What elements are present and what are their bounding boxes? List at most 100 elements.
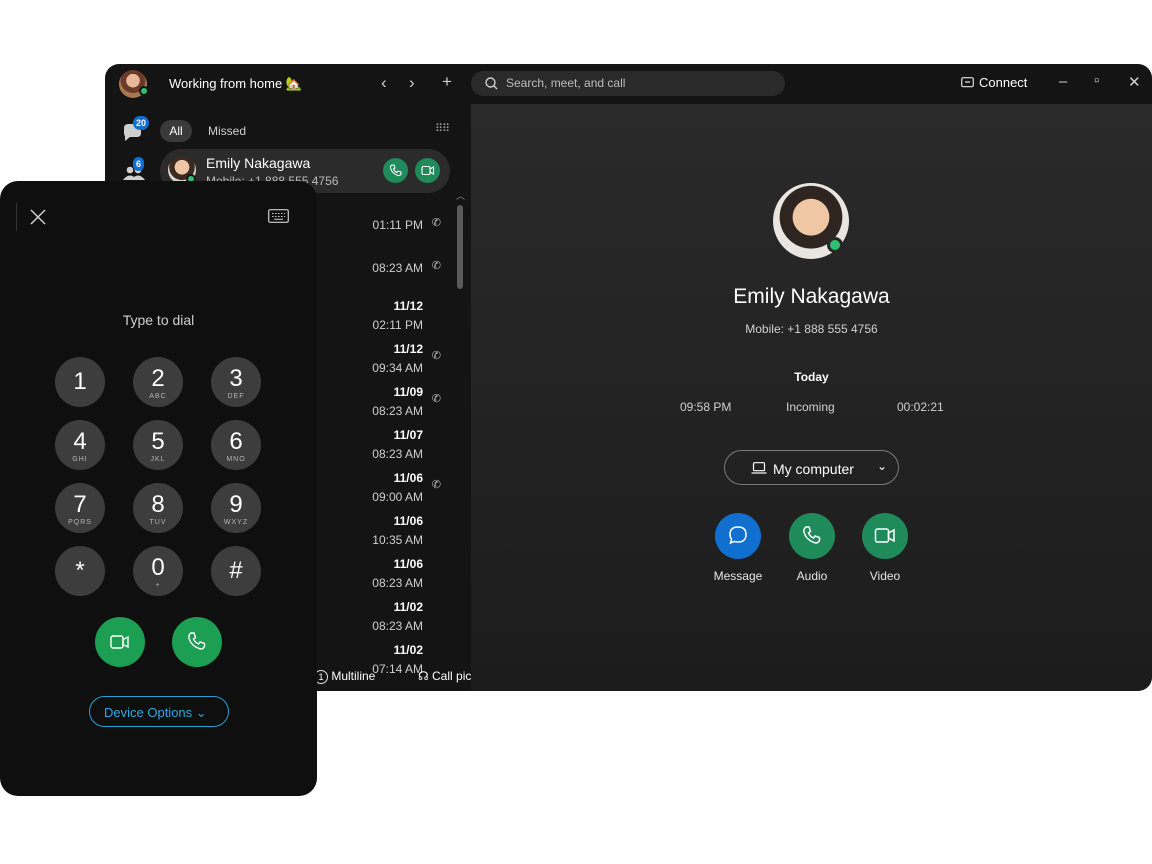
forward-icon[interactable]: › (409, 73, 415, 93)
dial-key[interactable]: 4 GHI (55, 420, 105, 470)
outgoing-call-icon: ✆ (431, 479, 441, 491)
dial-key[interactable]: 0 + (133, 546, 183, 596)
scrollbar[interactable]: ︿ ﹀ (455, 189, 465, 691)
divider (16, 203, 17, 231)
call-history-time: 08:23 AM (372, 447, 423, 461)
device-selector[interactable]: My computer ⌄ (724, 450, 899, 485)
dial-key[interactable]: 1 (55, 357, 105, 407)
history-time: 09:58 PM (680, 400, 732, 414)
phone-icon (803, 526, 821, 544)
outgoing-call-icon: ✆ (431, 260, 441, 272)
device-options-button[interactable]: Device Options ⌄ (89, 696, 229, 727)
audio-button[interactable] (789, 513, 835, 559)
teams-badge: 6 (133, 157, 145, 171)
call-history-date: 11/02 (393, 600, 423, 614)
call-history-time: 09:34 AM (372, 361, 423, 375)
dial-key-digit: 1 (73, 368, 87, 395)
filter-missed[interactable]: Missed (208, 124, 246, 138)
message-label: Message (713, 569, 763, 583)
dial-key[interactable]: 3 DEF (211, 357, 261, 407)
dial-key-letters: MNO (226, 456, 246, 463)
video-label: Video (869, 569, 901, 583)
dial-key-letters: PQRS (68, 519, 92, 526)
dial-key[interactable]: 8 TUV (133, 483, 183, 533)
call-history-time: 02:11 PM (372, 318, 423, 332)
dial-key-digit: 2 (151, 365, 165, 392)
call-history-time: 08:23 AM (372, 576, 423, 590)
detail-contact-number: Mobile: +1 888 555 4756 (745, 322, 878, 336)
call-history-time: 09:00 AM (372, 490, 423, 504)
call-history-date: 11/06 (393, 557, 423, 571)
call-history-date: 11/12 (393, 299, 423, 313)
dial-key[interactable]: 6 MNO (211, 420, 261, 470)
dial-key[interactable]: # (211, 546, 261, 596)
connect-button[interactable]: Connect (979, 75, 1027, 90)
status-message[interactable]: Working from home 🏡 (169, 76, 302, 92)
search-input[interactable]: Search, meet, and call (471, 71, 785, 96)
dial-key-letters: TUV (149, 519, 167, 526)
filter-all[interactable]: All (160, 120, 192, 142)
dial-key-digit: 6 (229, 428, 243, 455)
dial-key-digit: 4 (73, 428, 87, 455)
video-button[interactable] (862, 513, 908, 559)
messages-badge: 20 (133, 116, 150, 130)
plus-icon[interactable]: + (442, 72, 452, 92)
dialpad-grid-icon[interactable]: ⠿⠿ (435, 122, 450, 135)
dial-key-digit: 0 (151, 554, 165, 581)
dial-key[interactable]: 2 ABC (133, 357, 183, 407)
call-history-time: 07:14 AM (372, 662, 423, 676)
history-date-heading: Today (794, 370, 829, 384)
dial-key-letters: + (155, 582, 161, 589)
call-history-time: 08:23 AM (372, 619, 423, 633)
scroll-thumb[interactable] (457, 205, 463, 289)
dial-key-letters: WXYZ (223, 519, 249, 526)
call-history-date: 11/12 (393, 342, 423, 356)
call-history-date: 11/02 (393, 643, 423, 657)
contact-detail-pane: Emily Nakagawa Mobile: +1 888 555 4756 T… (471, 104, 1152, 691)
outgoing-call-icon: ✆ (431, 217, 441, 229)
video-icon (421, 165, 435, 176)
search-placeholder: Search, meet, and call (506, 76, 626, 90)
detail-contact-name: Emily Nakagawa (733, 285, 890, 308)
close-window-icon[interactable]: ✕ (1128, 73, 1141, 91)
dialpad-panel: Type to dial 1 2 ABC 3 DEF 4 GHI 5 JKL 6 MNO 7 PQRS 8… (0, 181, 317, 796)
dial-key-digit: 9 (229, 491, 243, 518)
phone-icon (188, 632, 206, 650)
dial-key-letters: DEF (227, 393, 245, 400)
message-button[interactable] (715, 513, 761, 559)
dial-key[interactable]: 7 PQRS (55, 483, 105, 533)
dial-key-digit: 3 (229, 365, 243, 392)
video-call-button[interactable] (95, 617, 145, 667)
device-options-label: Device Options ⌄ (104, 705, 207, 720)
dial-key[interactable]: 5 JKL (133, 420, 183, 470)
call-history-date: 11/09 (393, 385, 423, 399)
keyboard-icon[interactable] (268, 209, 289, 223)
maximize-icon[interactable]: ▫ (1094, 72, 1099, 89)
dial-key-digit: # (229, 557, 243, 584)
dial-key-digit: * (75, 557, 85, 584)
scroll-up-icon[interactable]: ︿ (456, 189, 465, 202)
close-icon[interactable] (30, 209, 46, 225)
dial-key[interactable]: * (55, 546, 105, 596)
dial-input[interactable]: Type to dial (0, 312, 317, 328)
video-call-button[interactable] (415, 158, 440, 183)
audio-call-button[interactable] (172, 617, 222, 667)
multiline-label: Multiline (331, 669, 376, 683)
minimize-icon[interactable]: – (1059, 73, 1067, 90)
dial-key[interactable]: 9 WXYZ (211, 483, 261, 533)
title-bar: Working from home 🏡 ‹ › + Search, meet, … (105, 64, 1152, 104)
call-history-time: 01:11 PM (372, 218, 423, 232)
phone-icon (389, 164, 402, 177)
multiline-button[interactable]: 1 Multiline (314, 669, 375, 684)
back-icon[interactable]: ‹ (381, 73, 387, 93)
call-history-time: 08:23 AM (372, 404, 423, 418)
call-history-time: 10:35 AM (372, 533, 423, 547)
audio-call-button[interactable] (383, 158, 408, 183)
connect-icon (961, 77, 974, 88)
dial-key-letters: JKL (150, 456, 166, 463)
laptop-icon (751, 462, 767, 474)
audio-label: Audio (796, 569, 828, 583)
contact-name: Emily Nakagawa (206, 155, 311, 171)
dial-key-digit: 7 (73, 491, 87, 518)
call-history-date: 11/06 (393, 514, 423, 528)
